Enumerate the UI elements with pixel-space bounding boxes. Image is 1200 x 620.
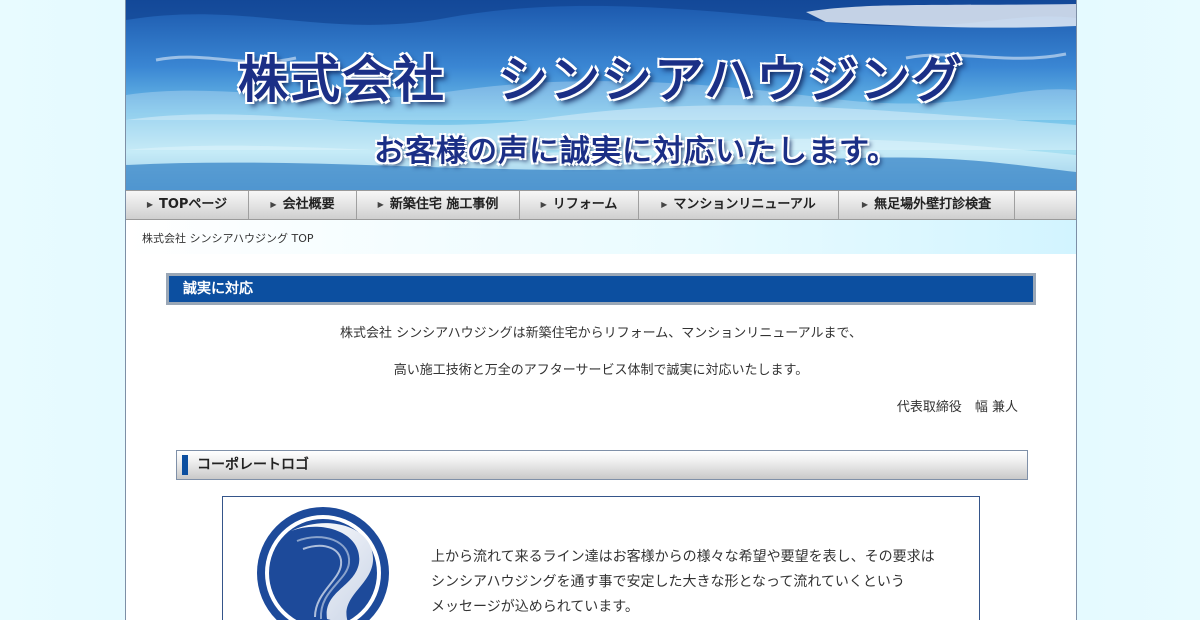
section-heading-logo-label: コーポレートロゴ: [197, 457, 309, 473]
triangle-right-icon: ▶: [270, 200, 277, 209]
header-banner: 株式会社 シンシアハウジング お客様の声に誠実に対応いたします。: [126, 0, 1076, 190]
company-title: 株式会社 シンシアハウジング: [238, 50, 964, 109]
page-container: 株式会社 シンシアハウジング お客様の声に誠実に対応いたします。 ▶ TOPページ…: [125, 0, 1077, 620]
section-heading-sincere: 誠実に対応: [166, 273, 1036, 305]
logo-description-line-1: 上から流れて来るライン達はお客様からの様々な希望や要望を表し、その要求は: [431, 549, 935, 565]
president-signature: 代表取締役 幅 兼人: [896, 400, 1018, 415]
company-slogan: お客様の声に誠実に対応いたします。: [374, 134, 898, 169]
nav-item-mansion-renewal[interactable]: ▶ マンションリニューアル: [639, 191, 839, 219]
triangle-right-icon: ▶: [861, 200, 869, 209]
nav-item-wall-inspection[interactable]: ▶ 無足場外壁打診検査: [839, 191, 1015, 219]
triangle-right-icon: ▶: [540, 200, 547, 209]
breadcrumb[interactable]: 株式会社 シンシアハウジング TOP: [142, 230, 314, 246]
triangle-right-icon: ▶: [377, 200, 384, 209]
nav-item-new-homes[interactable]: ▶ 新築住宅 施工事例: [357, 191, 520, 219]
heading-accent-bar: [182, 455, 188, 475]
corporate-logo-icon: [257, 507, 389, 620]
message-line-2: 高い施工技術と万全のアフターサービス体制で誠実に対応いたします。: [393, 363, 809, 378]
breadcrumb-bar: 株式会社 シンシアハウジング TOP: [126, 220, 1076, 254]
section-heading-logo: コーポレートロゴ: [176, 450, 1028, 480]
nav-item-top[interactable]: ▶ TOPページ: [126, 191, 249, 219]
logo-description: 上から流れて来るライン達はお客様からの様々な希望や要望を表し、その要求は シンシ…: [431, 545, 971, 620]
corporate-logo-panel: 上から流れて来るライン達はお客様からの様々な希望や要望を表し、その要求は シンシ…: [222, 496, 980, 620]
nav-item-reform[interactable]: ▶ リフォーム: [520, 191, 639, 219]
logo-description-line-3: メッセージが込められています。: [431, 599, 639, 615]
triangle-right-icon: ▶: [146, 200, 153, 209]
triangle-right-icon: ▶: [661, 200, 668, 209]
nav-item-company[interactable]: ▶ 会社概要: [249, 191, 357, 219]
message-line-1: 株式会社 シンシアハウジングは新築住宅からリフォーム、マンションリニューアルまで…: [339, 326, 863, 341]
logo-description-line-2: シンシアハウジングを通す事で安定した大きな形となって流れていくという: [431, 574, 905, 590]
main-nav: ▶ TOPページ ▶ 会社概要 ▶ 新築住宅 施工事例 ▶ リフォーム ▶ マンションリニ…: [126, 190, 1076, 220]
